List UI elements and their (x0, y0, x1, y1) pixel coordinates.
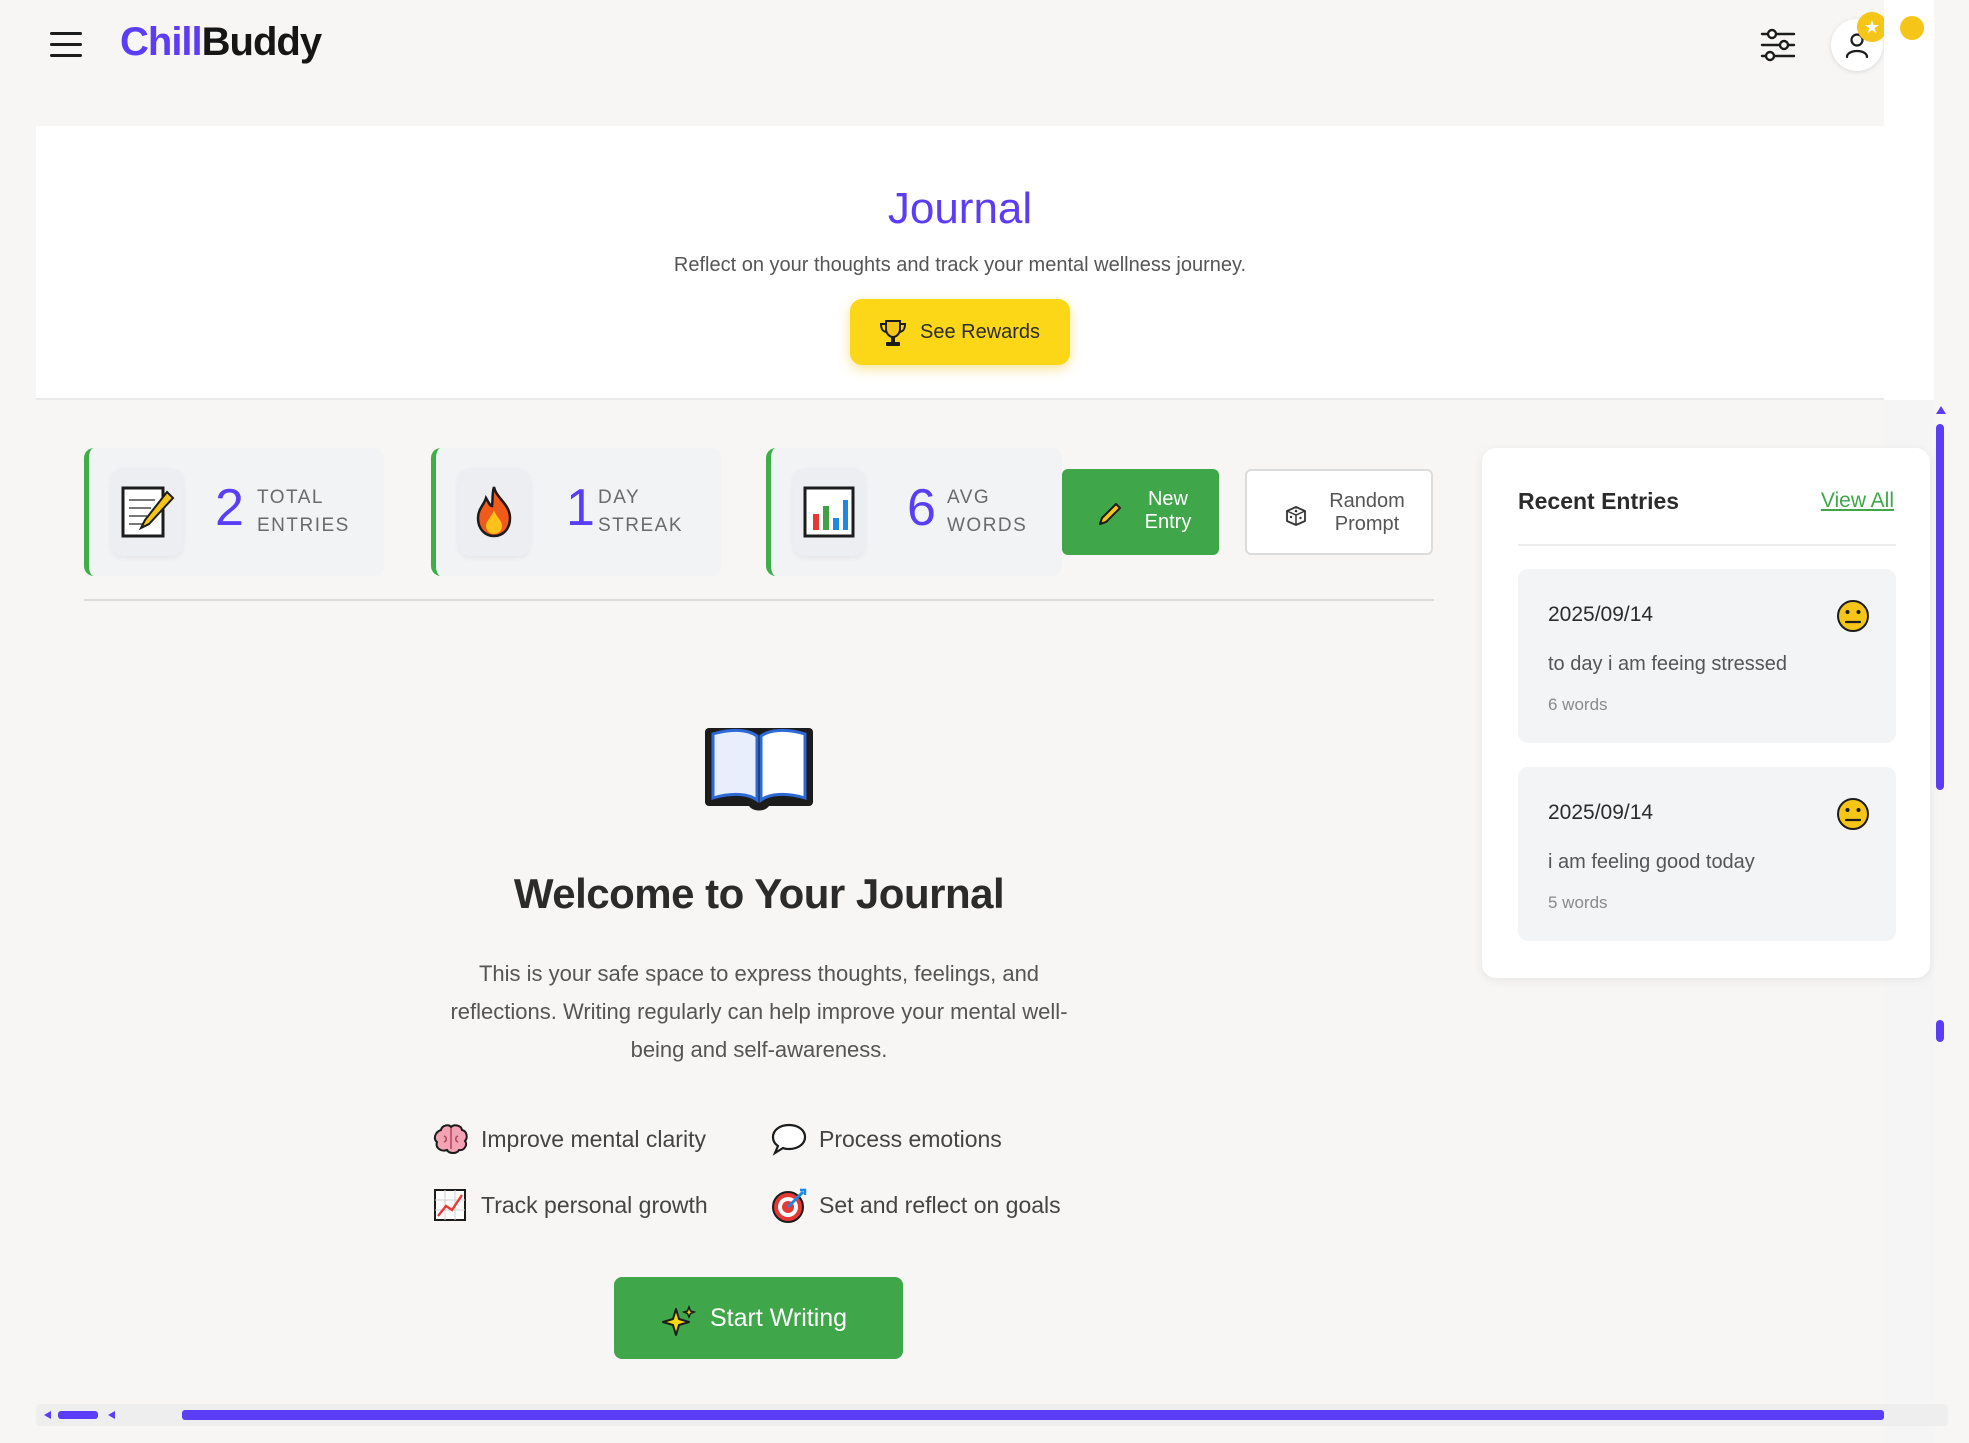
hamburger-icon[interactable] (50, 32, 82, 58)
stat-label: DAY STREAK (598, 487, 684, 536)
benefit-label: Track personal growth (481, 1192, 708, 1218)
neutral-face-icon (1837, 600, 1869, 632)
benefit-label: Improve mental clarity (481, 1126, 706, 1152)
view-all-link[interactable]: View All (1821, 489, 1894, 513)
open-book-icon (703, 722, 815, 819)
scroll-thumb[interactable] (1936, 424, 1944, 790)
start-writing-button[interactable]: Start Writing (614, 1277, 903, 1359)
top-bar: ChillBuddy ★ (0, 0, 1969, 90)
start-writing-label: Start Writing (710, 1304, 848, 1332)
star-badge-icon: ★ (1857, 12, 1887, 42)
entry-word-count: 5 words (1548, 893, 1608, 912)
see-rewards-button[interactable]: See Rewards (850, 299, 1070, 365)
scroll-left-arrow-icon[interactable] (108, 1411, 115, 1419)
stat-label: TOTAL ENTRIES (257, 487, 350, 536)
recent-entries-title: Recent Entries (1518, 488, 1680, 514)
trophy-icon (879, 320, 907, 346)
stat-value: 2 (215, 479, 244, 537)
random-prompt-button[interactable]: Random Prompt (1245, 469, 1433, 555)
page-subtitle: Reflect on your thoughts and track your … (673, 254, 1247, 276)
entry-date: 2025/09/14 (1548, 603, 1654, 626)
memo-icon (111, 468, 183, 556)
stat-avg-words: 6 AVG WORDS (766, 448, 1062, 576)
new-entry-button[interactable]: New Entry (1062, 469, 1219, 555)
scroll-thumb[interactable] (182, 1410, 1884, 1420)
scroll-up-arrow-icon[interactable] (1936, 406, 1946, 414)
recent-entry-card[interactable]: 2025/09/14 i am feeling good today 5 wor… (1518, 767, 1896, 941)
benefit-label: Process emotions (819, 1126, 1002, 1152)
journal-hero: Journal Reflect on your thoughts and tra… (36, 126, 1884, 400)
see-rewards-label: See Rewards (920, 321, 1041, 343)
sliders-icon[interactable] (1758, 26, 1798, 64)
entry-text: to day i am feeing stressed (1548, 653, 1788, 675)
stat-day-streak: 1 DAY STREAK (431, 448, 721, 576)
trending-chart-icon (434, 1189, 466, 1221)
scroll-thumb-secondary[interactable] (1936, 1020, 1944, 1042)
stat-total-entries: 2 TOTAL ENTRIES (84, 448, 384, 576)
edge-notification-dot (1900, 16, 1924, 40)
target-icon (772, 1188, 807, 1223)
app-root: ChillBuddy ★ Journal Reflect on your tho… (0, 0, 1969, 1443)
sparkles-icon (662, 1305, 696, 1336)
recent-entries-panel: Recent Entries View All 2025/09/14 to da… (1482, 448, 1930, 978)
neutral-face-icon (1837, 798, 1869, 830)
recent-entry-card[interactable]: 2025/09/14 to day i am feeing stressed 6… (1518, 569, 1896, 743)
stat-value: 6 (907, 479, 936, 537)
horizontal-scrollbar[interactable] (36, 1404, 1948, 1426)
stat-value: 1 (566, 479, 595, 537)
new-entry-label: New Entry (1144, 488, 1192, 533)
pencil-icon (1099, 503, 1121, 525)
app-logo[interactable]: ChillBuddy (120, 20, 322, 65)
entry-text: i am feeling good today (1548, 851, 1755, 873)
recent-divider (1518, 544, 1896, 546)
entry-word-count: 6 words (1548, 695, 1608, 714)
dice-icon (1286, 506, 1306, 526)
page-title: Journal (887, 184, 1033, 233)
fire-icon (458, 468, 530, 556)
benefit-label: Set and reflect on goals (819, 1192, 1061, 1218)
welcome-title: Welcome to Your Journal (513, 870, 1005, 917)
scroll-thumb[interactable] (58, 1411, 98, 1419)
vertical-scrollbar[interactable] (1934, 404, 1948, 1044)
brain-icon (433, 1124, 468, 1154)
bar-chart-icon (793, 468, 865, 556)
section-divider (84, 599, 1434, 601)
stat-label: AVG WORDS (947, 487, 1028, 536)
entry-date: 2025/09/14 (1548, 801, 1654, 824)
random-prompt-label: Random Prompt (1329, 490, 1405, 535)
speech-bubble-icon (771, 1123, 807, 1156)
welcome-text: This is your safe space to express thoug… (450, 961, 1068, 1062)
scroll-left-arrow-icon[interactable] (44, 1411, 51, 1419)
